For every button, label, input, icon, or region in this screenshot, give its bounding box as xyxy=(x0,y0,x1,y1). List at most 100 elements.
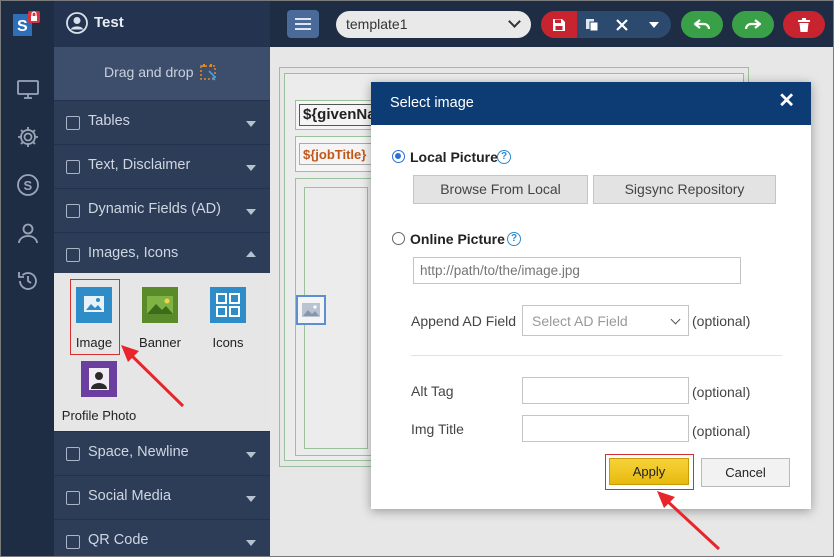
section-label: Dynamic Fields (AD) xyxy=(88,201,221,217)
section-space-newline[interactable]: Space, Newline xyxy=(54,431,270,475)
icons-tool[interactable]: Icons xyxy=(199,287,257,350)
apply-button-highlight: Apply xyxy=(605,454,694,490)
caret-down-icon xyxy=(246,121,256,127)
chevron-down-icon xyxy=(508,15,521,28)
redo-icon xyxy=(745,18,761,29)
svg-text:S: S xyxy=(24,178,33,193)
qr-code-icon xyxy=(66,535,80,549)
image-placeholder[interactable] xyxy=(296,295,326,325)
caret-up-icon xyxy=(246,251,256,257)
copy-button[interactable] xyxy=(577,11,607,38)
icons-tile-icon xyxy=(210,287,246,323)
caret-down-icon xyxy=(246,209,256,215)
caret-down-icon xyxy=(246,496,256,502)
table-icon xyxy=(66,116,80,130)
section-social-media[interactable]: Social Media xyxy=(54,475,270,519)
undo-icon xyxy=(694,18,710,29)
tool-label: Banner xyxy=(139,335,181,350)
text-icon xyxy=(66,160,80,174)
optional-hint: (optional) xyxy=(692,384,751,400)
more-actions-dropdown[interactable] xyxy=(637,11,671,38)
person-icon[interactable] xyxy=(16,221,40,245)
svg-text:S: S xyxy=(17,18,28,35)
drag-and-drop-header: Drag and drop xyxy=(54,47,270,100)
online-picture-radio[interactable] xyxy=(392,232,405,245)
code-icon xyxy=(66,204,80,218)
online-picture-label: Online Picture xyxy=(410,231,505,247)
close-icon xyxy=(616,18,628,31)
delete-button[interactable] xyxy=(783,11,825,38)
caret-down-icon xyxy=(246,165,256,171)
image-url-input[interactable] xyxy=(413,257,741,284)
optional-hint: (optional) xyxy=(692,423,751,439)
section-dynamic-fields[interactable]: Dynamic Fields (AD) xyxy=(54,188,270,232)
section-label: Space, Newline xyxy=(88,444,189,460)
hamburger-line xyxy=(295,28,311,30)
trash-icon xyxy=(798,17,810,32)
img-title-input[interactable] xyxy=(522,415,689,442)
chevron-down-icon xyxy=(670,314,681,325)
user-area[interactable]: Test xyxy=(54,1,270,47)
banner-tool[interactable]: Banner xyxy=(131,287,189,350)
section-text-disclaimer[interactable]: Text, Disclaimer xyxy=(54,144,270,188)
app-window: S Test template1 S Drag and drop Tables … xyxy=(0,0,834,557)
hamburger-menu-button[interactable] xyxy=(287,10,319,38)
redo-button[interactable] xyxy=(732,11,774,38)
user-avatar-icon xyxy=(66,12,88,34)
hamburger-line xyxy=(295,23,311,25)
help-icon[interactable]: ? xyxy=(497,150,511,164)
image-placeholder-icon xyxy=(302,303,320,317)
user-name: Test xyxy=(94,14,124,31)
monitor-icon[interactable] xyxy=(16,77,40,101)
hamburger-line xyxy=(295,18,311,20)
undo-button[interactable] xyxy=(681,11,723,38)
save-icon xyxy=(553,18,565,31)
caret-down-icon xyxy=(649,21,659,28)
append-ad-field-label: Append AD Field xyxy=(411,313,517,329)
image-tool-highlight xyxy=(70,279,120,355)
template-select-value: template1 xyxy=(346,16,408,32)
save-button[interactable] xyxy=(541,11,577,38)
section-images-icons[interactable]: Images, Icons xyxy=(54,232,270,276)
elements-panel: Drag and drop Tables Text, Disclaimer Dy… xyxy=(54,47,270,556)
ad-field-select[interactable]: Select AD Field xyxy=(522,305,689,336)
gear-icon[interactable] xyxy=(16,125,40,149)
sigsync-repository-button[interactable]: Sigsync Repository xyxy=(593,175,776,204)
help-icon[interactable]: ? xyxy=(507,232,521,246)
image-icon xyxy=(66,248,80,262)
close-template-button[interactable] xyxy=(607,11,637,38)
browse-from-local-button[interactable]: Browse From Local xyxy=(413,175,588,204)
caret-down-icon xyxy=(246,452,256,458)
section-qr-code[interactable]: QR Code xyxy=(54,519,270,556)
section-label: QR Code xyxy=(88,532,149,548)
tool-label: Profile Photo xyxy=(61,408,137,423)
section-label: Social Media xyxy=(88,488,172,504)
alt-tag-input[interactable] xyxy=(522,377,689,404)
profile-photo-tool[interactable]: Profile Photo xyxy=(59,361,139,423)
divider xyxy=(411,355,782,356)
copy-icon xyxy=(586,18,599,31)
close-icon[interactable]: ✕ xyxy=(778,91,795,111)
apply-button[interactable]: Apply xyxy=(609,458,689,485)
dialog-header: Select image ✕ xyxy=(371,82,811,125)
select-image-dialog: Select image ✕ Local Picture ? Browse Fr… xyxy=(371,82,811,509)
sigsync-logo-icon: S xyxy=(13,11,40,36)
template-select[interactable]: template1 xyxy=(336,11,531,38)
history-icon[interactable] xyxy=(16,269,40,293)
alt-tag-label: Alt Tag xyxy=(411,383,454,399)
local-picture-label: Local Picture xyxy=(410,149,498,165)
images-icons-items: Image Banner Icons Profile Photo xyxy=(54,273,270,431)
cancel-button[interactable]: Cancel xyxy=(701,458,790,487)
drag-and-drop-label: Drag and drop xyxy=(104,64,194,80)
social-icon xyxy=(66,491,80,505)
top-bar: S Test template1 xyxy=(1,1,833,47)
section-label: Tables xyxy=(88,113,130,129)
section-tables[interactable]: Tables xyxy=(54,100,270,144)
caret-down-icon xyxy=(246,540,256,546)
optional-hint: (optional) xyxy=(692,313,751,329)
drag-drop-icon xyxy=(200,64,217,81)
sigsync-s-icon[interactable]: S xyxy=(16,173,40,197)
section-label: Images, Icons xyxy=(88,245,179,261)
brand-logo: S xyxy=(1,1,54,47)
local-picture-radio[interactable] xyxy=(392,150,405,163)
